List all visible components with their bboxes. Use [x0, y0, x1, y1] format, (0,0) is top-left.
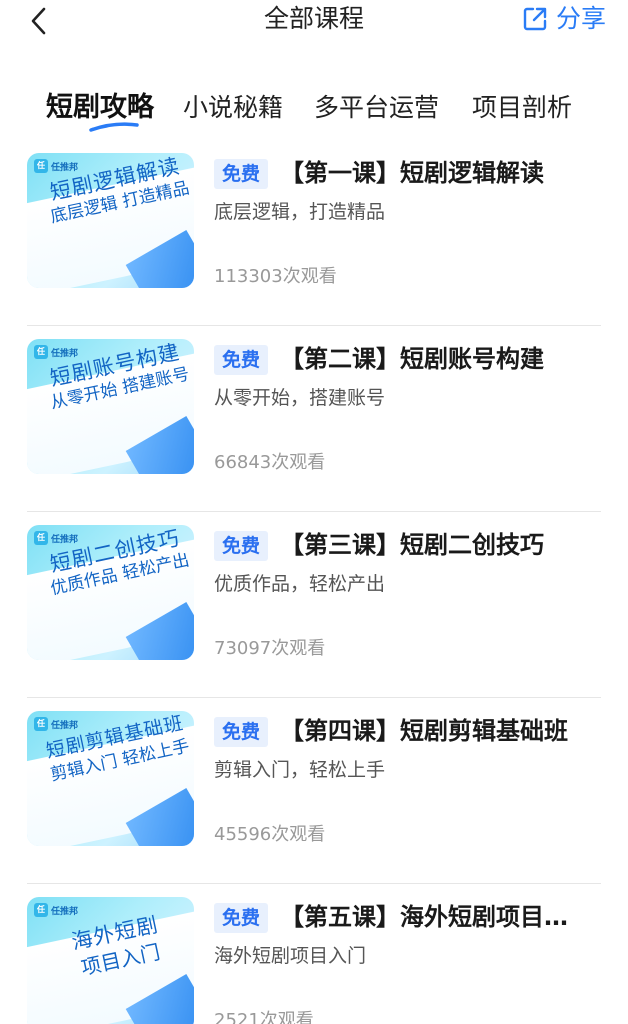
course-title: 【第一课】短剧逻辑解读	[280, 159, 544, 187]
brand-logo: 任 任推邦	[34, 717, 78, 731]
brand-logo: 任 任推邦	[34, 159, 78, 173]
course-title: 【第五课】海外短剧项目…	[280, 903, 568, 931]
view-count: 73097次观看	[214, 638, 326, 659]
tab-project-analysis[interactable]: 项目剖析	[472, 88, 572, 128]
course-list-page: 全部课程 分享 短剧攻略 小说秘籍 多平台运营 项目剖析 任 任推邦 短剧逻辑解…	[0, 0, 628, 1024]
course-item[interactable]: 任 任推邦 短剧逻辑解读 底层逻辑 打造精品 免费 【第一课】短剧逻辑解读 底层…	[27, 140, 601, 326]
course-item[interactable]: 任 任推邦 短剧账号构建 从零开始 搭建账号 免费 【第二课】短剧账号构建 从零…	[27, 326, 601, 512]
free-badge: 免费	[214, 903, 268, 933]
brand-logo: 任 任推邦	[34, 345, 78, 359]
course-title: 【第四课】短剧剪辑基础班	[280, 717, 568, 745]
external-link-icon	[523, 7, 547, 31]
view-count: 2521次观看	[214, 1010, 314, 1024]
top-nav-bar: 全部课程 分享	[0, 0, 628, 40]
view-count: 66843次观看	[214, 452, 326, 473]
course-title: 【第三课】短剧二创技巧	[280, 531, 544, 559]
course-thumbnail: 任 任推邦 海外短剧 项目入门	[27, 897, 194, 1024]
course-description: 优质作品，轻松产出	[214, 573, 386, 595]
brand-logo: 任 任推邦	[34, 531, 78, 545]
tab-multi-platform[interactable]: 多平台运营	[314, 88, 439, 128]
course-item[interactable]: 任 任推邦 短剧二创技巧 优质作品 轻松产出 免费 【第三课】短剧二创技巧 优质…	[27, 512, 601, 698]
course-description: 海外短剧项目入门	[214, 945, 367, 967]
active-tab-indicator	[89, 122, 139, 132]
share-label: 分享	[555, 4, 606, 33]
free-badge: 免费	[214, 159, 268, 189]
course-item[interactable]: 任 任推邦 海外短剧 项目入门 免费 【第五课】海外短剧项目… 海外短剧项目入门…	[27, 884, 601, 1024]
course-description: 剪辑入门，轻松上手	[214, 759, 386, 781]
free-badge: 免费	[214, 717, 268, 747]
course-description: 底层逻辑，打造精品	[214, 201, 386, 223]
tab-novel[interactable]: 小说秘籍	[183, 88, 283, 128]
share-button[interactable]: 分享	[522, 2, 606, 36]
free-badge: 免费	[214, 531, 268, 561]
free-badge: 免费	[214, 345, 268, 375]
view-count: 113303次观看	[214, 266, 337, 287]
course-thumbnail: 任 任推邦 短剧逻辑解读 底层逻辑 打造精品	[27, 153, 194, 288]
course-item[interactable]: 任 任推邦 短剧剪辑基础班 剪辑入门 轻松上手 免费 【第四课】短剧剪辑基础班 …	[27, 698, 601, 884]
brand-logo: 任 任推邦	[34, 903, 78, 917]
course-thumbnail: 任 任推邦 短剧账号构建 从零开始 搭建账号	[27, 339, 194, 474]
course-thumbnail: 任 任推邦 短剧剪辑基础班 剪辑入门 轻松上手	[27, 711, 194, 846]
course-thumbnail: 任 任推邦 短剧二创技巧 优质作品 轻松产出	[27, 525, 194, 660]
view-count: 45596次观看	[214, 824, 326, 845]
course-title: 【第二课】短剧账号构建	[280, 345, 544, 373]
course-description: 从零开始，搭建账号	[214, 387, 386, 409]
